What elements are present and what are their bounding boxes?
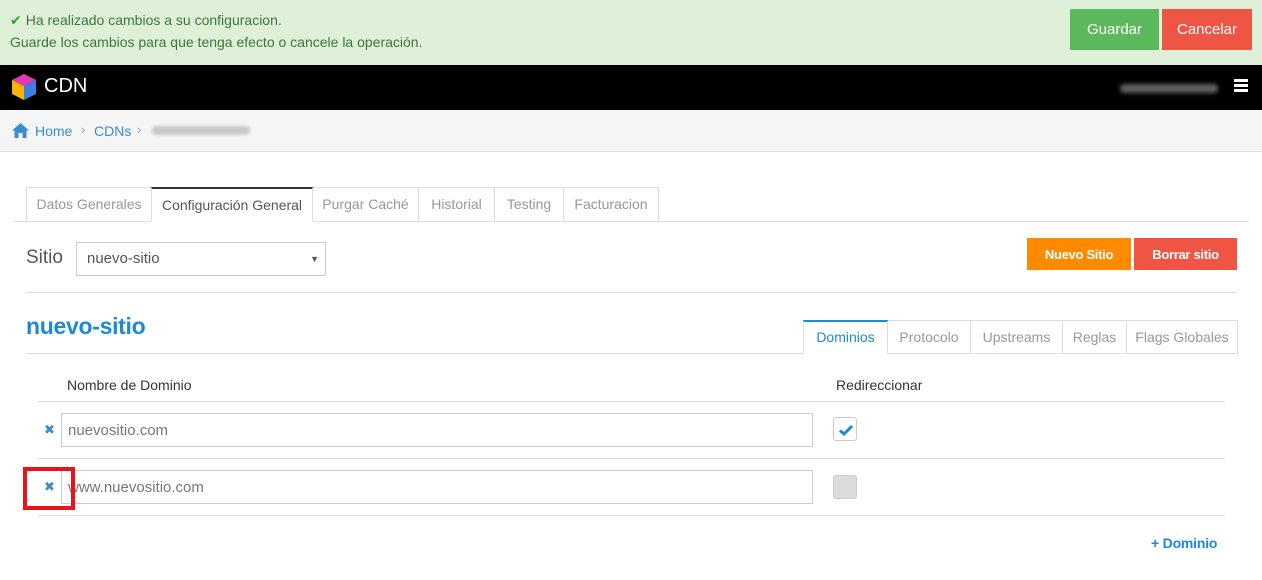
chevron-right-icon: › [137, 122, 142, 137]
delete-site-button[interactable]: Borrar sitio [1134, 238, 1237, 270]
highlight-annotation [23, 467, 75, 510]
brand-name[interactable]: CDN [44, 75, 87, 98]
domain-input[interactable] [61, 413, 813, 447]
redirect-checkbox[interactable] [833, 417, 857, 441]
subtab-flags-globales[interactable]: Flags Globales [1126, 320, 1238, 354]
user-account-redacted[interactable] [1120, 84, 1218, 93]
tab-configuracion-general[interactable]: Configuración General [151, 187, 313, 222]
home-icon[interactable] [12, 123, 29, 138]
tab-testing[interactable]: Testing [494, 187, 564, 222]
subtab-reglas[interactable]: Reglas [1062, 320, 1127, 354]
check-icon: ✔ [10, 12, 22, 28]
column-header-domain: Nombre de Dominio [67, 377, 192, 393]
column-header-redirect: Redireccionar [836, 377, 923, 393]
caret-down-icon: ▼ [310, 254, 319, 264]
alert-message: ✔ Ha realizado cambios a su configuracion… [10, 9, 423, 53]
cancel-button[interactable]: Cancelar [1162, 9, 1252, 50]
subtab-upstreams[interactable]: Upstreams [970, 320, 1063, 354]
domain-input[interactable] [61, 470, 813, 504]
subtab-dominios[interactable]: Dominios [803, 320, 888, 354]
tab-datos-generales[interactable]: Datos Generales [26, 187, 152, 222]
top-navbar: CDN [0, 65, 1262, 110]
tab-facturacion[interactable]: Facturacion [563, 187, 659, 222]
cdn-logo-icon[interactable] [11, 73, 37, 101]
unsaved-changes-alert: ✔ Ha realizado cambios a su configuracion… [0, 0, 1262, 65]
sitio-select[interactable]: nuevo-sitio ▼ [76, 242, 326, 276]
alert-line-1: Ha realizado cambios a su configuracion. [25, 12, 282, 28]
breadcrumb-current-redacted [152, 126, 250, 135]
tab-historial[interactable]: Historial [418, 187, 495, 222]
table-row-divider [38, 458, 1225, 459]
alert-line-2: Guarde los cambios para que tenga efecto… [10, 34, 423, 50]
sitio-label: Sitio [26, 247, 63, 268]
hamburger-menu-icon[interactable] [1234, 79, 1248, 93]
sitio-selected-value: nuevo-sitio [87, 250, 160, 267]
table-row-divider [38, 515, 1225, 516]
divider [26, 292, 1237, 293]
new-site-button[interactable]: Nuevo Sitio [1027, 238, 1131, 270]
checkmark-icon [839, 424, 854, 437]
breadcrumb-cdns[interactable]: CDNs [94, 123, 131, 139]
redirect-checkbox[interactable] [833, 475, 857, 499]
subtab-protocolo[interactable]: Protocolo [887, 320, 971, 354]
tab-purgar-cache[interactable]: Purgar Caché [312, 187, 419, 222]
chevron-right-icon: › [81, 122, 86, 137]
site-title: nuevo-sitio [26, 313, 146, 339]
add-domain-link[interactable]: + Dominio [1151, 535, 1217, 551]
table-row-divider [38, 401, 1225, 402]
breadcrumb-home[interactable]: Home [35, 123, 72, 139]
save-button[interactable]: Guardar [1070, 9, 1159, 50]
remove-domain-icon[interactable]: ✖ [44, 423, 56, 437]
